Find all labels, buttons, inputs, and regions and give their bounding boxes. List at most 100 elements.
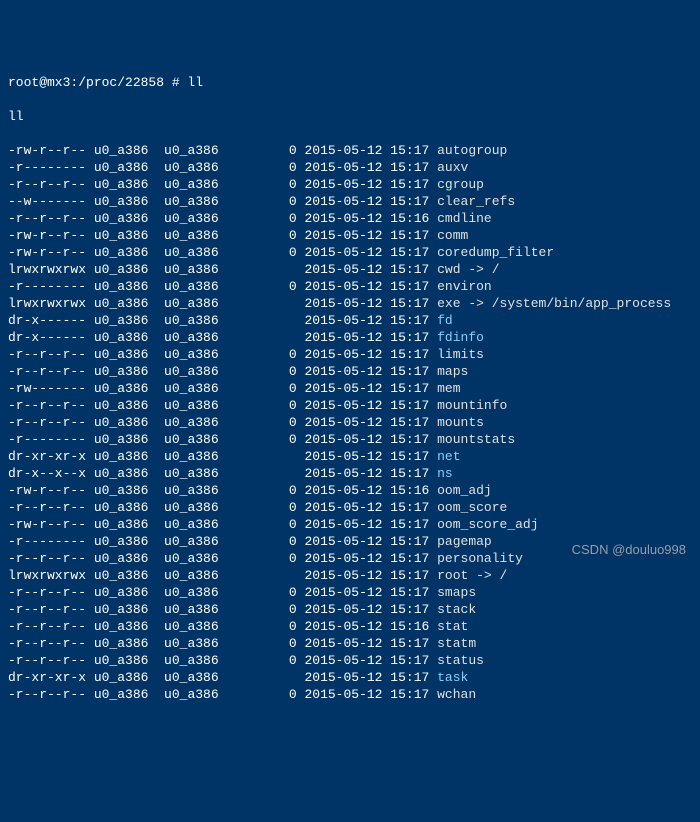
size	[219, 296, 297, 311]
owner: u0_a386	[86, 313, 156, 328]
owner: u0_a386	[86, 364, 156, 379]
size: 0	[219, 687, 297, 702]
size: 0	[219, 585, 297, 600]
owner: u0_a386	[86, 177, 156, 192]
time: 15:17	[383, 687, 438, 702]
date: 2015-05-12	[297, 245, 383, 260]
size	[219, 262, 297, 277]
filename: comm	[437, 228, 468, 243]
command-echo: ll	[8, 108, 692, 125]
size: 0	[219, 534, 297, 549]
time: 15:17	[383, 160, 438, 175]
time: 15:17	[383, 262, 438, 277]
perm: lrwxrwxrwx	[8, 568, 86, 583]
listing-row: lrwxrwxrwx u0_a386 u0_a386 2015-05-12 15…	[8, 295, 692, 312]
size: 0	[219, 602, 297, 617]
date: 2015-05-12	[297, 585, 383, 600]
size	[219, 313, 297, 328]
perm: -r--------	[8, 160, 86, 175]
size: 0	[219, 177, 297, 192]
size: 0	[219, 653, 297, 668]
group: u0_a386	[156, 670, 218, 685]
perm: -r--r--r--	[8, 585, 86, 600]
size: 0	[219, 415, 297, 430]
listing-row: dr-x--x--x u0_a386 u0_a386 2015-05-12 15…	[8, 465, 692, 482]
owner: u0_a386	[86, 262, 156, 277]
perm: -r--r--r--	[8, 602, 86, 617]
owner: u0_a386	[86, 585, 156, 600]
group: u0_a386	[156, 636, 218, 651]
filename: mountinfo	[437, 398, 507, 413]
listing-row: -r--r--r-- u0_a386 u0_a386 0 2015-05-12 …	[8, 686, 692, 703]
group: u0_a386	[156, 228, 218, 243]
time: 15:17	[383, 347, 438, 362]
time: 15:16	[383, 211, 438, 226]
filename: autogroup	[437, 143, 507, 158]
size: 0	[219, 636, 297, 651]
owner: u0_a386	[86, 228, 156, 243]
listing-row: dr-xr-xr-x u0_a386 u0_a386 2015-05-12 15…	[8, 669, 692, 686]
listing-row: -r--r--r-- u0_a386 u0_a386 0 2015-05-12 …	[8, 635, 692, 652]
perm: -rw-------	[8, 381, 86, 396]
filename: status	[437, 653, 484, 668]
size: 0	[219, 483, 297, 498]
date: 2015-05-12	[297, 551, 383, 566]
size: 0	[219, 364, 297, 379]
perm: dr-x--x--x	[8, 466, 86, 481]
owner: u0_a386	[86, 143, 156, 158]
time: 15:16	[383, 619, 438, 634]
perm: -r--r--r--	[8, 500, 86, 515]
group: u0_a386	[156, 534, 218, 549]
date: 2015-05-12	[297, 534, 383, 549]
listing-row: -r-------- u0_a386 u0_a386 0 2015-05-12 …	[8, 431, 692, 448]
filename: task	[437, 670, 468, 685]
listing-row: -r-------- u0_a386 u0_a386 0 2015-05-12 …	[8, 278, 692, 295]
group: u0_a386	[156, 551, 218, 566]
filename: coredump_filter	[437, 245, 554, 260]
filename: auxv	[437, 160, 468, 175]
date: 2015-05-12	[297, 670, 383, 685]
size	[219, 568, 297, 583]
listing-row: lrwxrwxrwx u0_a386 u0_a386 2015-05-12 15…	[8, 567, 692, 584]
date: 2015-05-12	[297, 296, 383, 311]
filename: clear_refs	[437, 194, 515, 209]
time: 15:17	[383, 194, 438, 209]
date: 2015-05-12	[297, 262, 383, 277]
perm: -r--r--r--	[8, 551, 86, 566]
size: 0	[219, 398, 297, 413]
filename: net	[437, 449, 460, 464]
size: 0	[219, 228, 297, 243]
owner: u0_a386	[86, 296, 156, 311]
group: u0_a386	[156, 347, 218, 362]
listing-row: -rw------- u0_a386 u0_a386 0 2015-05-12 …	[8, 380, 692, 397]
listing-row: -r-------- u0_a386 u0_a386 0 2015-05-12 …	[8, 159, 692, 176]
size: 0	[219, 347, 297, 362]
listing-row: -rw-r--r-- u0_a386 u0_a386 0 2015-05-12 …	[8, 142, 692, 159]
perm: dr-x------	[8, 330, 86, 345]
watermark-text: CSDN @douluo998	[572, 541, 686, 558]
perm: -r--r--r--	[8, 687, 86, 702]
date: 2015-05-12	[297, 653, 383, 668]
filename: limits	[437, 347, 484, 362]
owner: u0_a386	[86, 330, 156, 345]
filename: exe -> /system/bin/app_process	[437, 296, 671, 311]
group: u0_a386	[156, 466, 218, 481]
listing-row: -rw-r--r-- u0_a386 u0_a386 0 2015-05-12 …	[8, 482, 692, 499]
owner: u0_a386	[86, 245, 156, 260]
time: 15:17	[383, 432, 438, 447]
owner: u0_a386	[86, 347, 156, 362]
date: 2015-05-12	[297, 466, 383, 481]
time: 15:17	[383, 466, 438, 481]
filename: cgroup	[437, 177, 484, 192]
listing-row: -r--r--r-- u0_a386 u0_a386 0 2015-05-12 …	[8, 652, 692, 669]
filename: smaps	[437, 585, 476, 600]
filename: personality	[437, 551, 523, 566]
perm: -r--------	[8, 279, 86, 294]
time: 15:17	[383, 517, 438, 532]
time: 15:17	[383, 534, 438, 549]
date: 2015-05-12	[297, 381, 383, 396]
perm: -r--r--r--	[8, 211, 86, 226]
owner: u0_a386	[86, 619, 156, 634]
date: 2015-05-12	[297, 602, 383, 617]
date: 2015-05-12	[297, 330, 383, 345]
